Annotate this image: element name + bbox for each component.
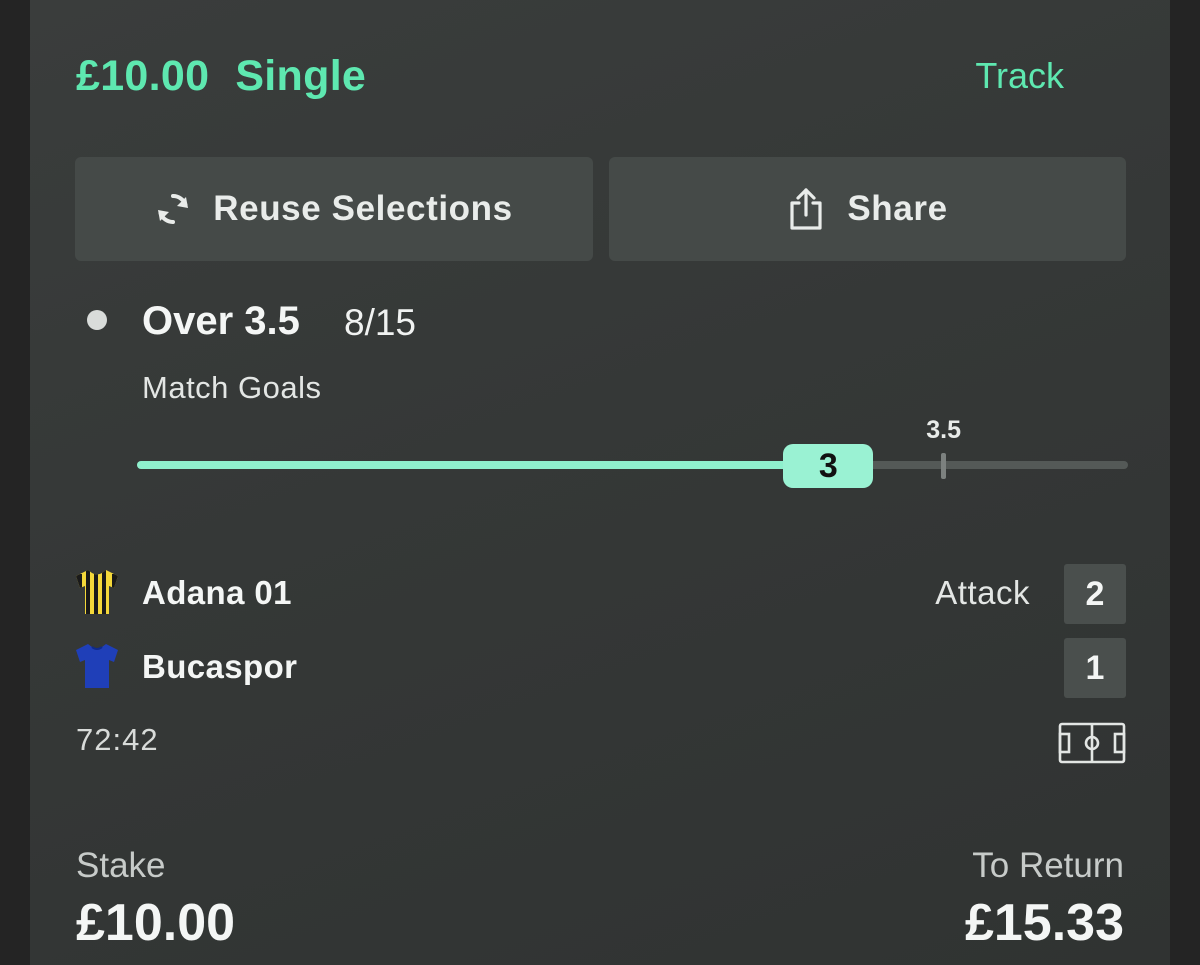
bet-stake-amount: £10.00 xyxy=(76,52,210,100)
pitch-icon[interactable] xyxy=(1058,722,1126,764)
bet-type: Single xyxy=(235,52,367,100)
goals-threshold-label: 3.5 xyxy=(926,416,962,444)
goals-threshold-marker xyxy=(941,453,947,479)
to-return-value: £15.33 xyxy=(964,894,1124,952)
bet-header-title: £10.00 Single xyxy=(76,52,366,101)
to-return-label: To Return xyxy=(972,846,1124,885)
goals-progress-fill xyxy=(137,461,829,469)
stake-label: Stake xyxy=(76,846,166,885)
away-score: 1 xyxy=(1064,638,1126,698)
away-team-name: Bucaspor xyxy=(142,648,298,685)
match-clock: 72:42 xyxy=(76,722,159,757)
home-team-row: Adana 01 Attack 2 xyxy=(74,564,1126,624)
away-team-row: Bucaspor 1 xyxy=(74,638,1126,698)
striped-shirt-icon xyxy=(76,570,118,614)
blue-shirt-icon xyxy=(76,644,118,688)
goals-progress-track xyxy=(137,461,1128,469)
attack-status: Attack xyxy=(935,574,1030,611)
goals-current-pill: 3 xyxy=(783,444,874,488)
track-link[interactable]: Track xyxy=(975,55,1064,97)
bet-card: £10.00 Single Track Reuse Selections Shar… xyxy=(30,0,1170,965)
reuse-selections-label: Reuse Selections xyxy=(213,189,513,228)
share-button[interactable]: Share xyxy=(609,157,1126,261)
selection-status-dot xyxy=(87,310,107,330)
reuse-selections-button[interactable]: Reuse Selections xyxy=(75,157,593,261)
share-icon xyxy=(787,187,825,231)
selection-name: Over 3.5 xyxy=(142,299,300,343)
stake-value: £10.00 xyxy=(76,894,236,952)
selection-odds: 8/15 xyxy=(344,302,417,343)
home-score: 2 xyxy=(1064,564,1126,624)
home-team-name: Adana 01 xyxy=(142,574,292,611)
refresh-icon xyxy=(155,191,191,227)
share-label: Share xyxy=(847,189,948,228)
market-name: Match Goals xyxy=(142,370,322,405)
